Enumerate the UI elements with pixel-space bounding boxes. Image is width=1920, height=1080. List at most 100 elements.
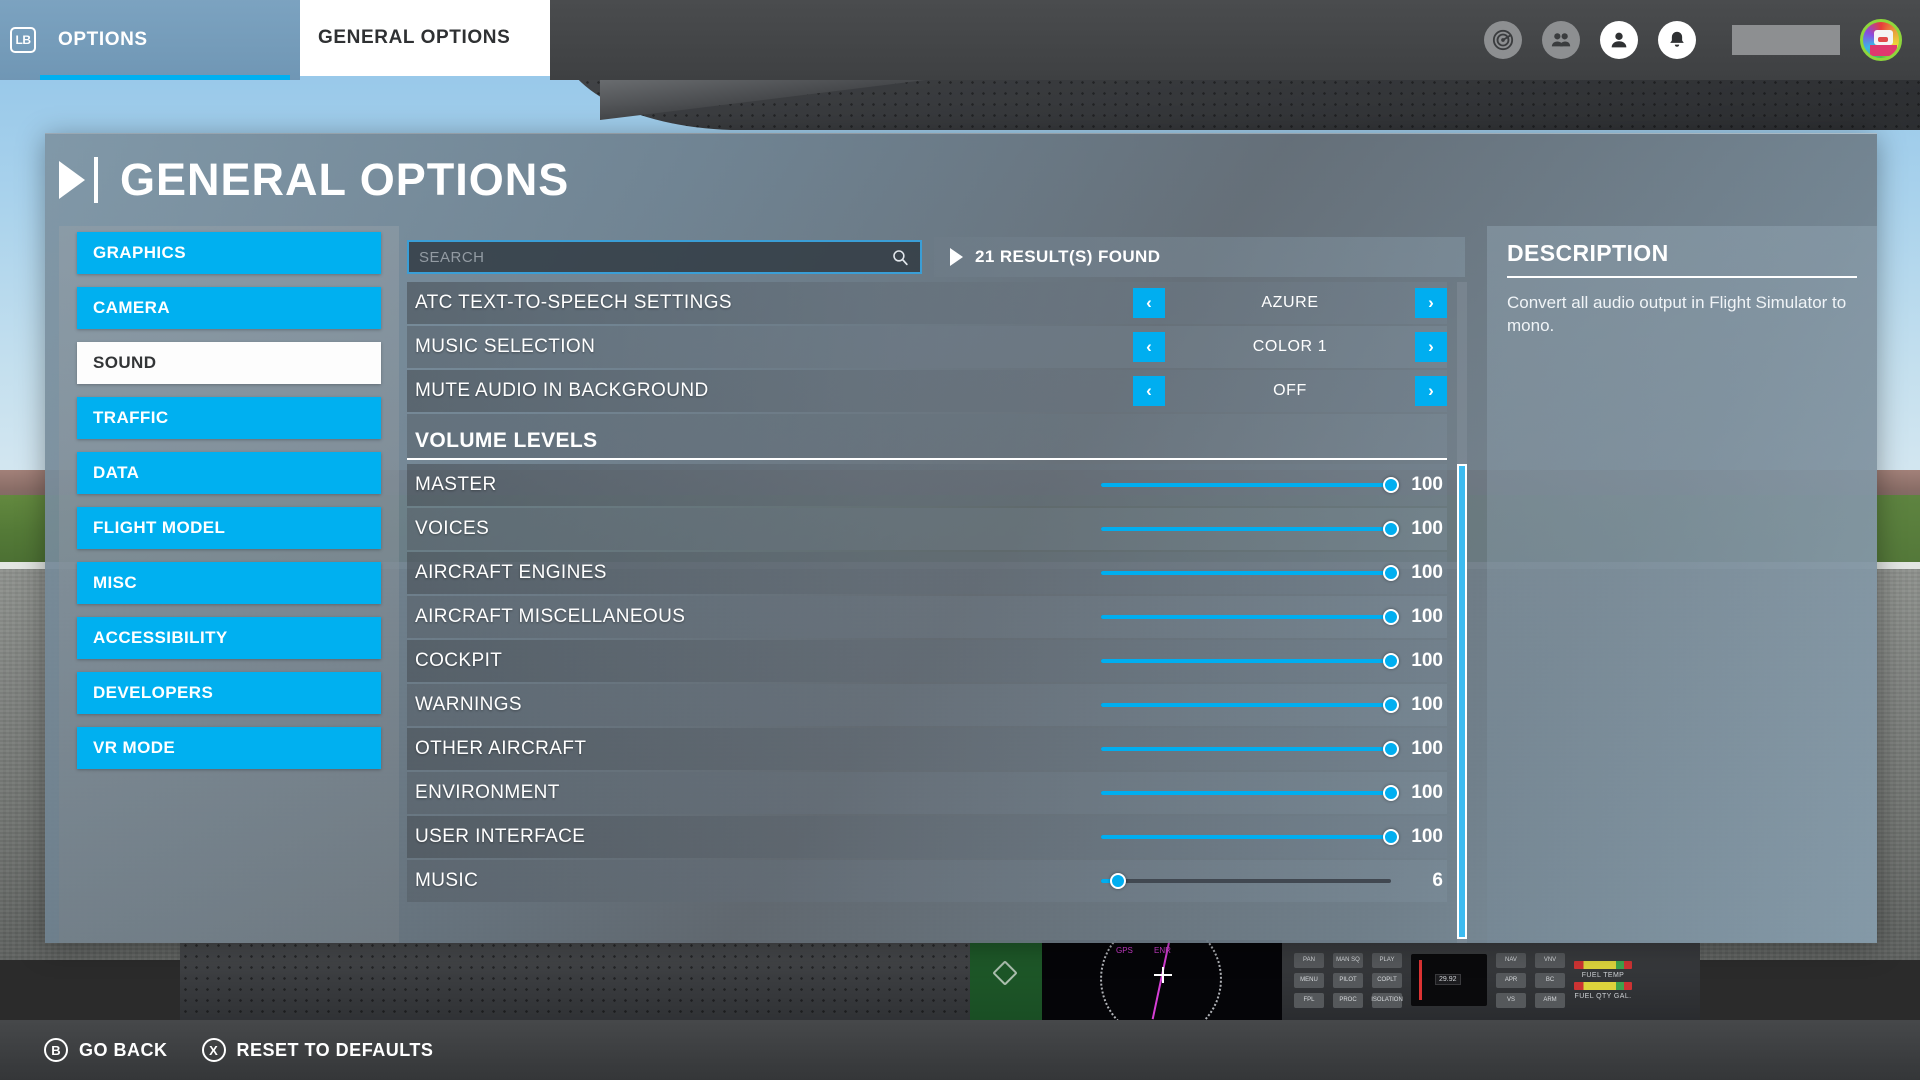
vnv-button: VNV (1535, 952, 1565, 968)
slider-control[interactable]: 100 (1101, 738, 1447, 760)
radar-icon[interactable] (1484, 21, 1522, 59)
slider-track[interactable] (1101, 873, 1391, 889)
setting-row-slider[interactable]: USER INTERFACE 100 (407, 816, 1447, 858)
slider-control[interactable]: 100 (1101, 562, 1447, 584)
go-back-button[interactable]: B GO BACK (44, 1038, 168, 1062)
tab-options[interactable]: LB OPTIONS (0, 0, 300, 80)
setting-row-option[interactable]: MUSIC SELECTION ‹ COLOR 1 › (407, 326, 1447, 368)
tab-general-options[interactable]: GENERAL OPTIONS (300, 0, 550, 76)
prev-value-button[interactable]: ‹ (1133, 376, 1165, 406)
setting-row-slider[interactable]: OTHER AIRCRAFT 100 (407, 728, 1447, 770)
next-value-button[interactable]: › (1415, 288, 1447, 318)
slider-fill (1101, 791, 1391, 795)
slider-fill (1101, 615, 1391, 619)
search-icon (893, 249, 908, 265)
sidebar-item-traffic[interactable]: TRAFFIC (77, 397, 381, 439)
slider-track[interactable] (1101, 785, 1399, 801)
settings-column: 21 RESULT(S) FOUND ATC TEXT-TO-SPEECH SE… (399, 226, 1473, 943)
slider-handle[interactable] (1383, 565, 1399, 581)
next-value-button[interactable]: › (1415, 332, 1447, 362)
search-field[interactable] (407, 240, 922, 274)
setting-row-slider[interactable]: MASTER 100 (407, 464, 1447, 506)
slider-track[interactable] (1101, 609, 1399, 625)
setting-label: MUTE AUDIO IN BACKGROUND (415, 380, 709, 401)
top-navigation-bar: LB OPTIONS GENERAL OPTIONS (0, 0, 1920, 80)
next-value-button[interactable]: › (1415, 376, 1447, 406)
slider-value: 100 (1411, 826, 1443, 847)
slider-label: USER INTERFACE (415, 826, 586, 847)
cockpit-avionics-panel: GPS ENR PAN MENU FPL MAN SQ PILOT PROC P… (970, 940, 1700, 1020)
slider-track[interactable] (1101, 741, 1399, 757)
slider-handle[interactable] (1383, 521, 1399, 537)
slider-fill (1101, 659, 1391, 663)
scrollbar-thumb[interactable] (1457, 464, 1467, 939)
sidebar-item-label: GRAPHICS (93, 243, 186, 262)
slider-fill (1101, 703, 1391, 707)
description-panel: DESCRIPTION Convert all audio output in … (1487, 226, 1877, 943)
search-row: 21 RESULT(S) FOUND (407, 232, 1473, 282)
settings-scrollbar[interactable] (1457, 282, 1467, 943)
slider-control[interactable]: 100 (1101, 606, 1447, 628)
slider-handle[interactable] (1383, 829, 1399, 845)
setting-row-slider[interactable]: AIRCRAFT MISCELLANEOUS 100 (407, 596, 1447, 638)
sidebar-item-camera[interactable]: CAMERA (77, 287, 381, 329)
slider-handle[interactable] (1383, 477, 1399, 493)
sidebar-item-graphics[interactable]: GRAPHICS (77, 232, 381, 274)
slider-value: 100 (1411, 694, 1443, 715)
radio-stack: PAN MENU FPL MAN SQ PILOT PROC PLAY COPL… (1282, 940, 1700, 1020)
slider-control[interactable]: 100 (1101, 650, 1447, 672)
sidebar-item-developers[interactable]: DEVELOPERS (77, 672, 381, 714)
slider-control[interactable]: 100 (1101, 694, 1447, 716)
sidebar-item-flight-model[interactable]: FLIGHT MODEL (77, 507, 381, 549)
prev-value-button[interactable]: ‹ (1133, 288, 1165, 318)
slider-value: 100 (1411, 518, 1443, 539)
description-title: DESCRIPTION (1507, 240, 1669, 266)
setting-label: MUSIC SELECTION (415, 336, 596, 357)
slider-handle[interactable] (1383, 785, 1399, 801)
gamepad-b-icon: B (44, 1038, 68, 1062)
slider-control[interactable]: 100 (1101, 826, 1447, 848)
sidebar-item-misc[interactable]: MISC (77, 562, 381, 604)
setting-row-slider[interactable]: COCKPIT 100 (407, 640, 1447, 682)
slider-track[interactable] (1101, 521, 1399, 537)
friends-icon[interactable] (1542, 21, 1580, 59)
slider-track[interactable] (1101, 477, 1399, 493)
slider-handle[interactable] (1383, 653, 1399, 669)
setting-row-slider[interactable]: WARNINGS 100 (407, 684, 1447, 726)
reset-to-defaults-button[interactable]: X RESET TO DEFAULTS (201, 1038, 434, 1062)
slider-control[interactable]: 100 (1101, 782, 1447, 804)
search-input[interactable] (419, 248, 891, 266)
fuel-temp-gauge-icon (1574, 960, 1632, 969)
section-title: VOLUME LEVELS (415, 429, 598, 452)
slider-handle[interactable] (1383, 609, 1399, 625)
setting-row-slider[interactable]: AIRCRAFT ENGINES 100 (407, 552, 1447, 594)
slider-track[interactable] (1101, 565, 1399, 581)
slider-control[interactable]: 100 (1101, 474, 1447, 496)
slider-track[interactable] (1101, 697, 1399, 713)
setting-row-slider[interactable]: VOICES 100 (407, 508, 1447, 550)
avatar[interactable] (1860, 19, 1902, 61)
vertical-speed-indicator (1419, 960, 1422, 1000)
sidebar-item-vr-mode[interactable]: VR MODE (77, 727, 381, 769)
slider-handle[interactable] (1110, 873, 1127, 889)
setting-row-slider[interactable]: MUSIC 6 (407, 860, 1447, 902)
setting-row-option[interactable]: MUTE AUDIO IN BACKGROUND ‹ OFF › (407, 370, 1447, 412)
slider-track[interactable] (1101, 829, 1399, 845)
profile-icon[interactable] (1600, 21, 1638, 59)
slider-track[interactable] (1101, 653, 1399, 669)
sidebar-item-sound[interactable]: SOUND (77, 342, 381, 384)
sidebar-item-data[interactable]: DATA (77, 452, 381, 494)
slider-label: ENVIRONMENT (415, 782, 560, 803)
slider-handle[interactable] (1383, 741, 1399, 757)
prev-value-button[interactable]: ‹ (1133, 332, 1165, 362)
section-header-volume-levels: VOLUME LEVELS (407, 414, 1447, 460)
slider-control[interactable]: 100 (1101, 518, 1447, 540)
sidebar-item-label: ACCESSIBILITY (93, 628, 228, 647)
setting-row-option[interactable]: ATC TEXT-TO-SPEECH SETTINGS ‹ AZURE › (407, 282, 1447, 324)
description-divider (1507, 276, 1857, 278)
slider-control[interactable]: 6 (1101, 870, 1447, 892)
setting-row-slider[interactable]: ENVIRONMENT 100 (407, 772, 1447, 814)
sidebar-item-accessibility[interactable]: ACCESSIBILITY (77, 617, 381, 659)
slider-handle[interactable] (1383, 697, 1399, 713)
notifications-icon[interactable] (1658, 21, 1696, 59)
